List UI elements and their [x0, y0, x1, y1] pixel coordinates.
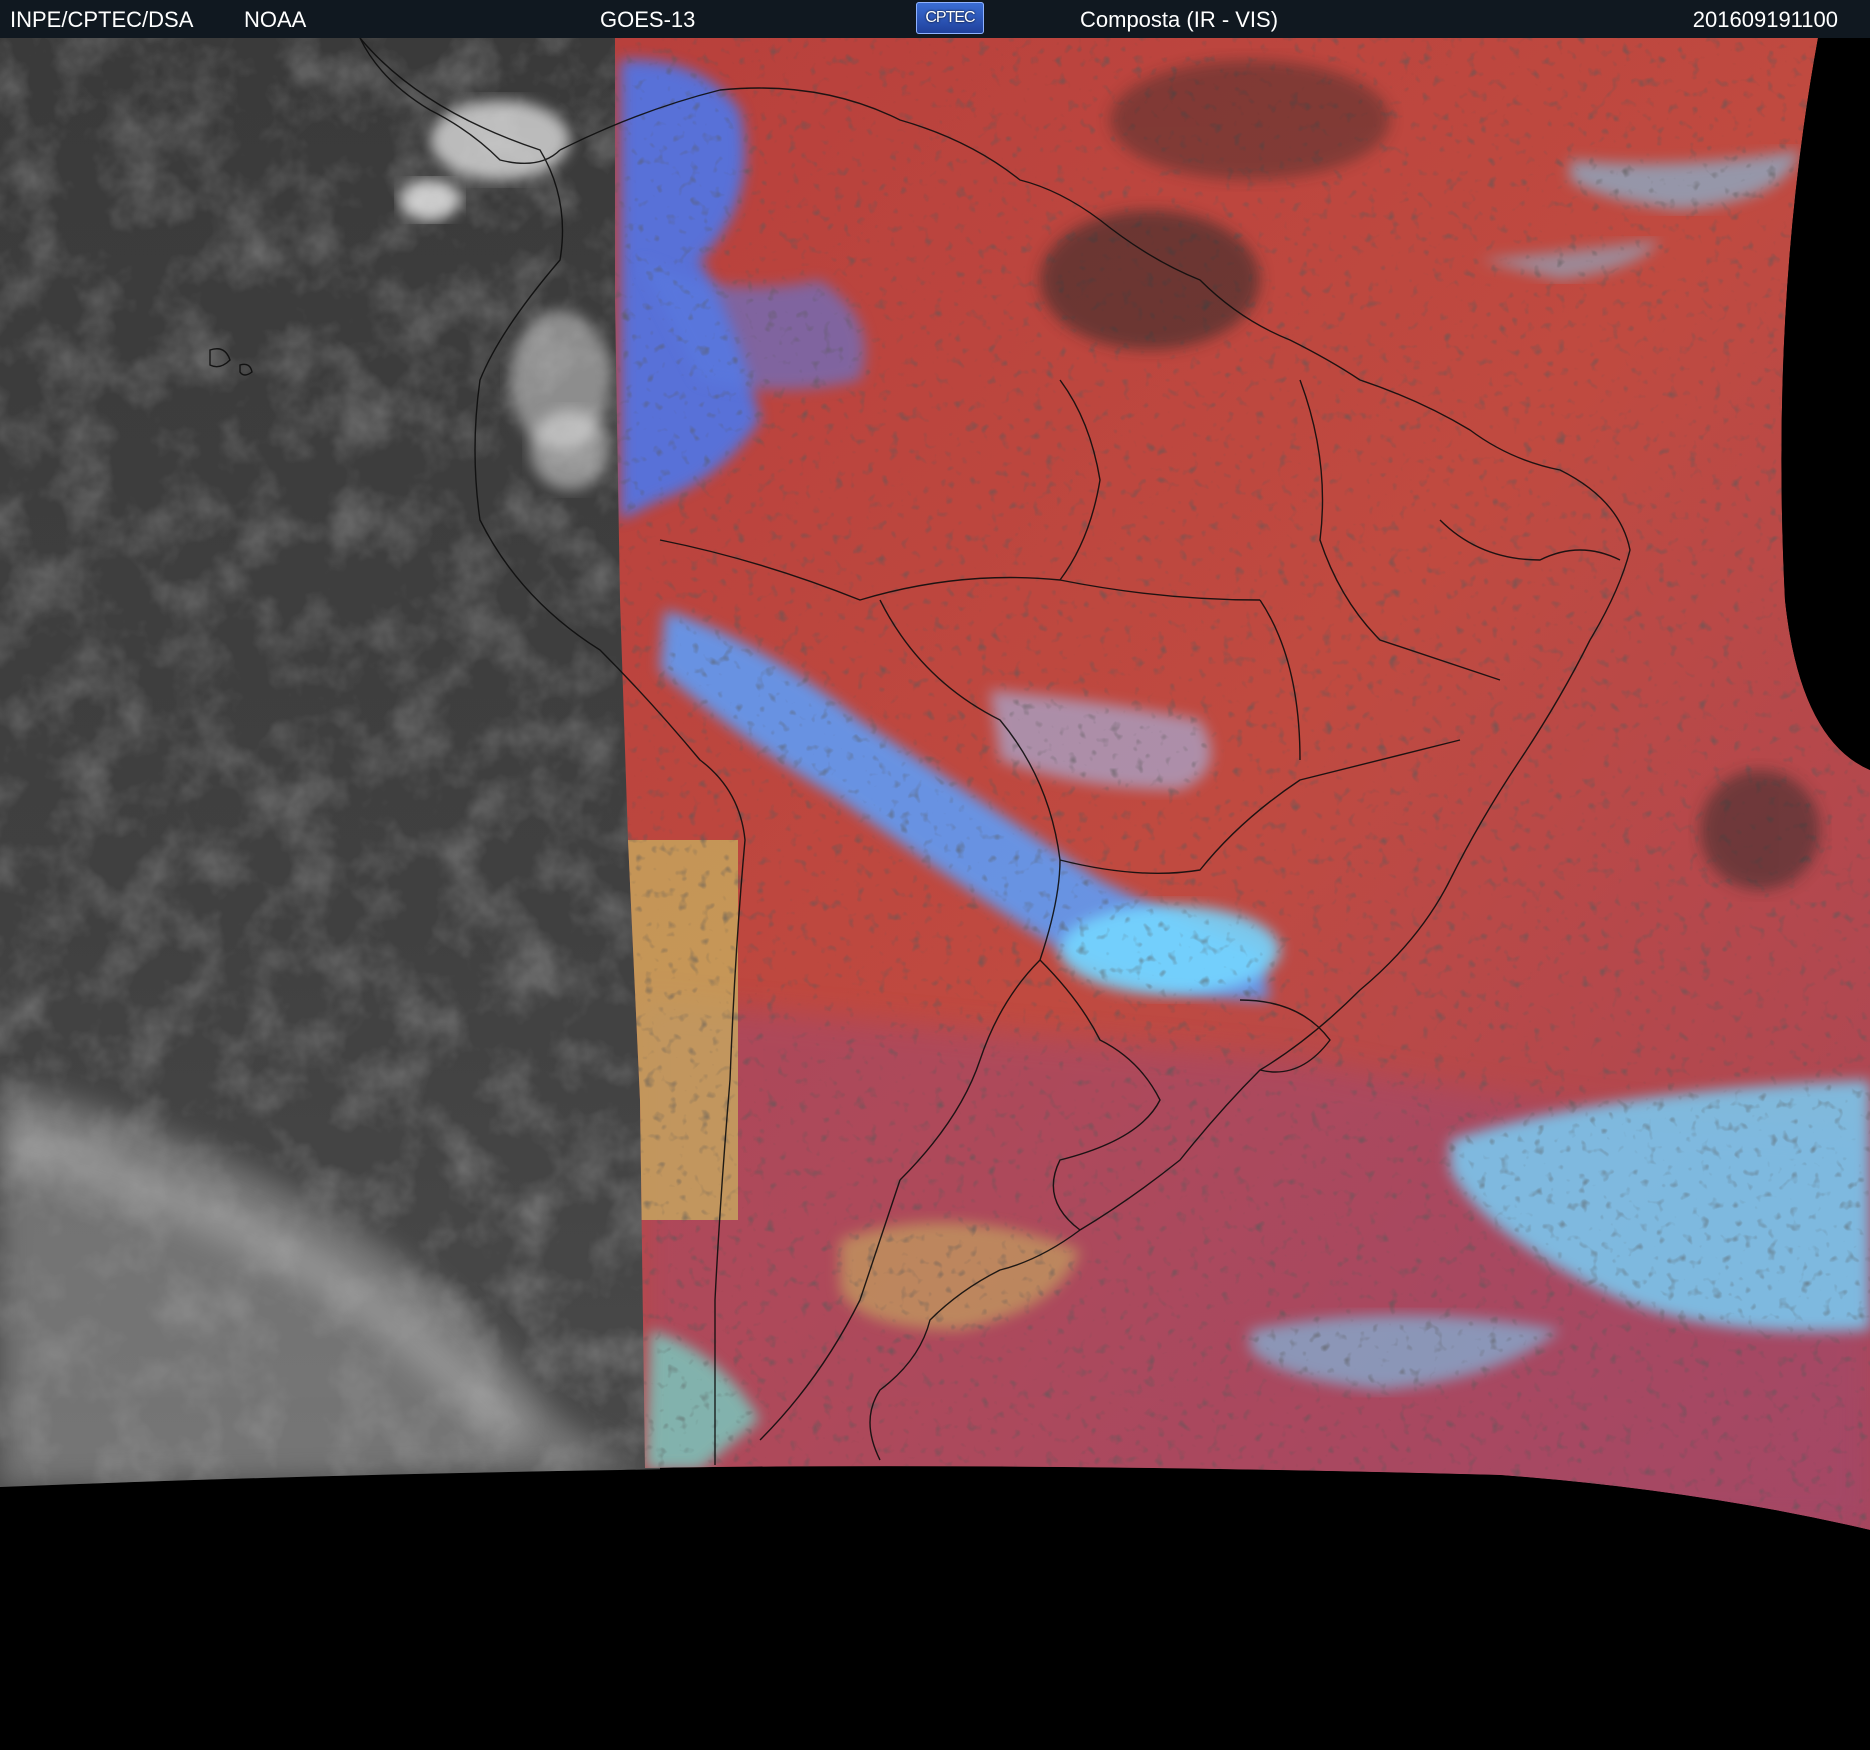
header-bar: INPE/CPTEC/DSA NOAA GOES-13 CPTEC Compos…	[0, 0, 1870, 38]
satellite-image	[0, 38, 1870, 1750]
agency-label: NOAA	[244, 7, 307, 32]
timestamp-label: 201609191100	[1692, 7, 1838, 32]
product-label: Composta (IR - VIS)	[1080, 7, 1279, 32]
satellite-label: GOES-13	[600, 7, 696, 32]
earth-disk	[0, 38, 1870, 1530]
cptec-logo: CPTEC	[916, 2, 984, 34]
organization-label: INPE/CPTEC/DSA	[10, 7, 194, 32]
logo-text: CPTEC	[925, 9, 975, 26]
composite-region	[615, 38, 1870, 1530]
